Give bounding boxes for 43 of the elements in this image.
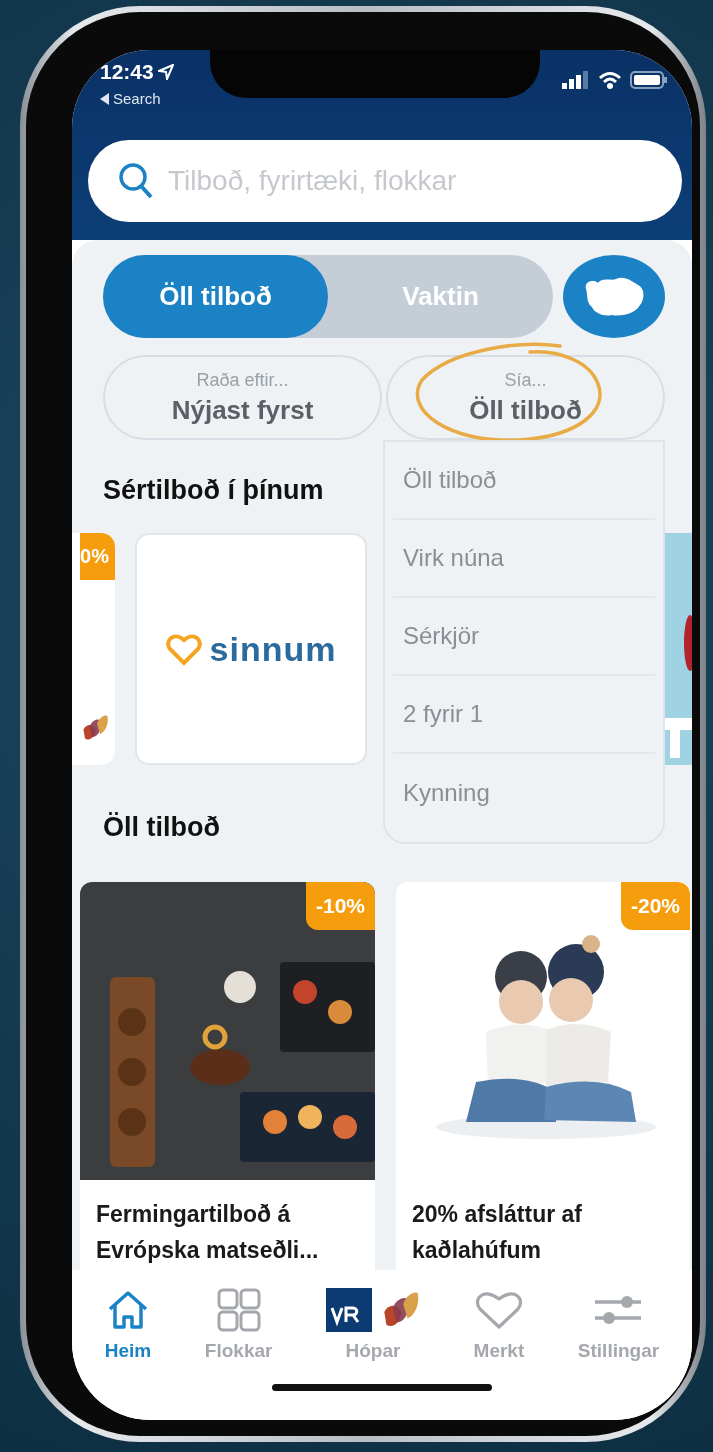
offer-title: Fermingartilboð á Evrópska matseðli...	[95, 1200, 320, 1265]
tab-item[interactable]: Merkt	[473, 1288, 525, 1362]
status-time: 12:43	[100, 60, 154, 84]
menu-item[interactable]: Sérkjör	[393, 598, 655, 676]
tab-item[interactable]: Flokkar	[204, 1288, 273, 1362]
offer-card[interactable]: -10% Fermingartilboð á Evrópska matseðli...	[80, 882, 375, 1270]
filter-caption: Raða eftir...	[196, 369, 289, 391]
back-arrow-icon	[100, 92, 109, 105]
vr-logo-icon	[326, 1288, 372, 1332]
home-icon	[106, 1289, 150, 1331]
menu-item[interactable]: Virk núna	[393, 520, 655, 598]
filter-caption: Sía...	[504, 369, 547, 391]
tab-item[interactable]: Heim	[104, 1288, 152, 1362]
section-heading: Sértilboð í þínum	[103, 474, 324, 507]
filter-value: Öll tilboð	[469, 394, 582, 426]
menu-item[interactable]: 2 fyrir 1	[393, 676, 655, 754]
back-link[interactable]: Search	[113, 90, 161, 107]
heart-icon	[473, 1289, 524, 1331]
filter-button[interactable]: Raða eftir... Nýjast fyrst	[103, 355, 382, 440]
section-heading: Öll tilboð	[103, 811, 220, 844]
discount-badge: -10%	[305, 882, 375, 930]
search-field[interactable]: Tilboð, fyrirtæki, flokkar	[88, 140, 682, 222]
discount-badge: 0%	[80, 533, 115, 580]
segment-tab[interactable]: Öll tilboð	[103, 255, 328, 338]
filter-button[interactable]: Sía... Öll tilboð	[386, 355, 665, 440]
menu-item[interactable]: Öll tilboð	[393, 442, 655, 520]
grid-icon	[216, 1288, 261, 1332]
filter-value: Nýjast fyrst	[171, 394, 314, 426]
offer-card[interactable]: sinnum	[135, 533, 367, 765]
menu-item[interactable]: Kynning	[393, 754, 655, 832]
signal-icon	[562, 71, 590, 89]
offer-card[interactable]: 0%	[72, 533, 115, 765]
location-arrow-icon	[157, 64, 174, 80]
tab-item[interactable]: Hópar	[326, 1288, 420, 1362]
tab-item[interactable]: Stillingar	[577, 1288, 660, 1362]
discount-badge: -20%	[620, 882, 690, 930]
offer-card[interactable]: -20% 20% afsláttur af kaðlahúfum	[396, 882, 690, 1270]
segment-tab[interactable]: Vaktin	[328, 255, 553, 338]
brand-logo: sinnum	[209, 629, 337, 669]
offer-title: 20% afsláttur af kaðlahúfum	[411, 1200, 583, 1265]
battery-icon	[630, 71, 668, 89]
wifi-icon	[598, 71, 622, 89]
heart-logo-icon	[165, 632, 202, 666]
